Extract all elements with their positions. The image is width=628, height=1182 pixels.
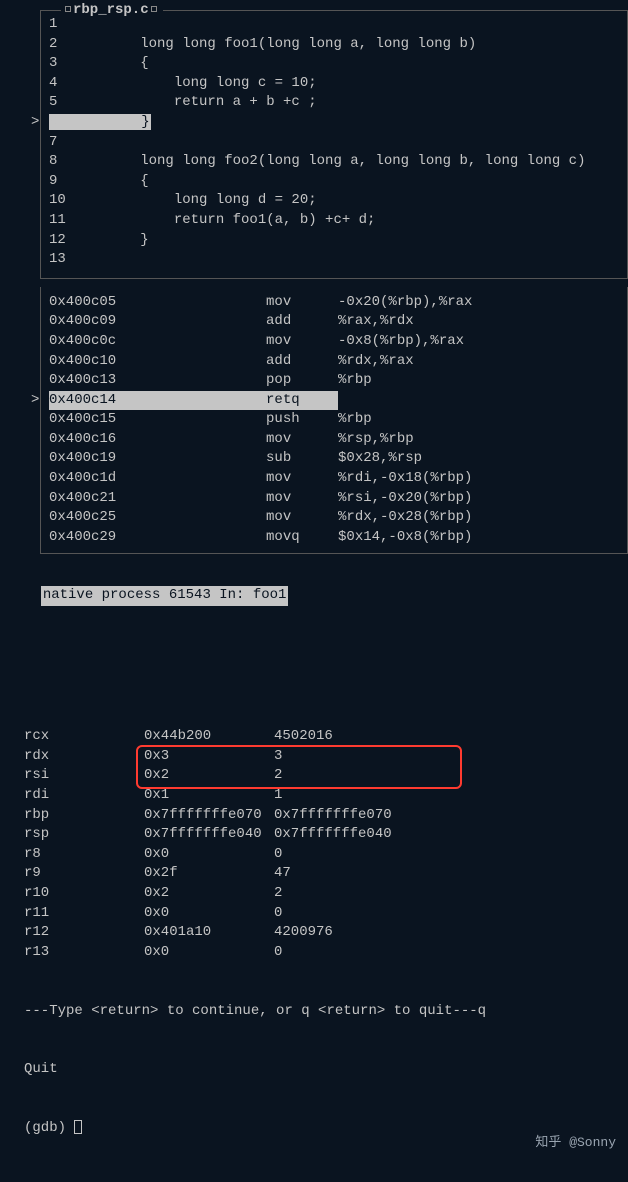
source-line: 5 return a + b +c ; [49,93,619,113]
asm-pane: 0x400c05 mov-0x20(%rbp),%rax0x400c09 add… [40,287,628,555]
asm-line: 0x400c15 push%rbp [49,410,619,430]
asm-line: 0x400c16 mov%rsp,%rbp [49,430,619,450]
source-line: 10 long long d = 20; [49,191,619,211]
source-line: 2 long long foo1(long long a, long long … [49,35,619,55]
gdb-prompt[interactable]: (gdb) [24,1119,622,1139]
quit-line: Quit [24,1060,622,1080]
tty-pane[interactable]: native process 61543 In: foo1 rcx0x44b20… [18,562,628,1181]
asm-line: 0x400c05 mov-0x20(%rbp),%rax [49,293,619,313]
register-row: r120x401a104200976 [24,923,622,943]
asm-line: 0x400c29 movq$0x14,-0x8(%rbp) [49,528,619,548]
register-row: rcx0x44b2004502016 [24,727,622,747]
register-row: rbp0x7fffffffe0700x7fffffffe070 [24,806,622,826]
asm-line: >0x400c14 retq [49,391,619,411]
register-row: rdi0x11 [24,786,622,806]
register-row: r80x00 [24,845,622,865]
source-pane: rbp_rsp.c 12 long long foo1(long long a,… [40,10,628,279]
source-line: 7 [49,133,619,153]
asm-line: 0x400c10 add%rdx,%rax [49,352,619,372]
pager-line: ---Type <return> to continue, or q <retu… [24,1002,622,1022]
cursor-icon [74,1120,82,1134]
watermark: 知乎 @Sonny [535,1134,616,1152]
source-line: 8 long long foo2(long long a, long long … [49,152,619,172]
asm-line: 0x400c13 pop%rbp [49,371,619,391]
asm-line: 0x400c25 mov%rdx,-0x28(%rbp) [49,508,619,528]
register-row: rsp0x7fffffffe0400x7fffffffe040 [24,825,622,845]
asm-line: 0x400c21 mov%rsi,-0x20(%rbp) [49,489,619,509]
register-row: rsi0x22 [24,766,622,786]
source-line: 4 long long c = 10; [49,74,619,94]
register-row: r110x00 [24,904,622,924]
asm-line: 0x400c09 add%rax,%rdx [49,312,619,332]
status-line: native process 61543 In: foo1 [41,586,289,606]
asm-line: 0x400c1d mov%rdi,-0x18(%rbp) [49,469,619,489]
current-line-pointer-icon: > [31,113,39,133]
register-row: r100x22 [24,884,622,904]
register-row: r130x00 [24,943,622,963]
asm-line: 0x400c0c mov-0x8(%rbp),%rax [49,332,619,352]
source-line: 3 { [49,54,619,74]
source-line: 13 [49,250,619,270]
register-row: r90x2f47 [24,864,622,884]
source-line: 12 } [49,231,619,251]
source-line: 1 [49,15,619,35]
source-line: >6 } [49,113,619,133]
source-line: 9 { [49,172,619,192]
register-row: rdx0x33 [24,747,622,767]
current-asm-pointer-icon: > [31,391,39,411]
source-line: 11 return foo1(a, b) +c+ d; [49,211,619,231]
asm-line: 0x400c19 sub$0x28,%rsp [49,449,619,469]
